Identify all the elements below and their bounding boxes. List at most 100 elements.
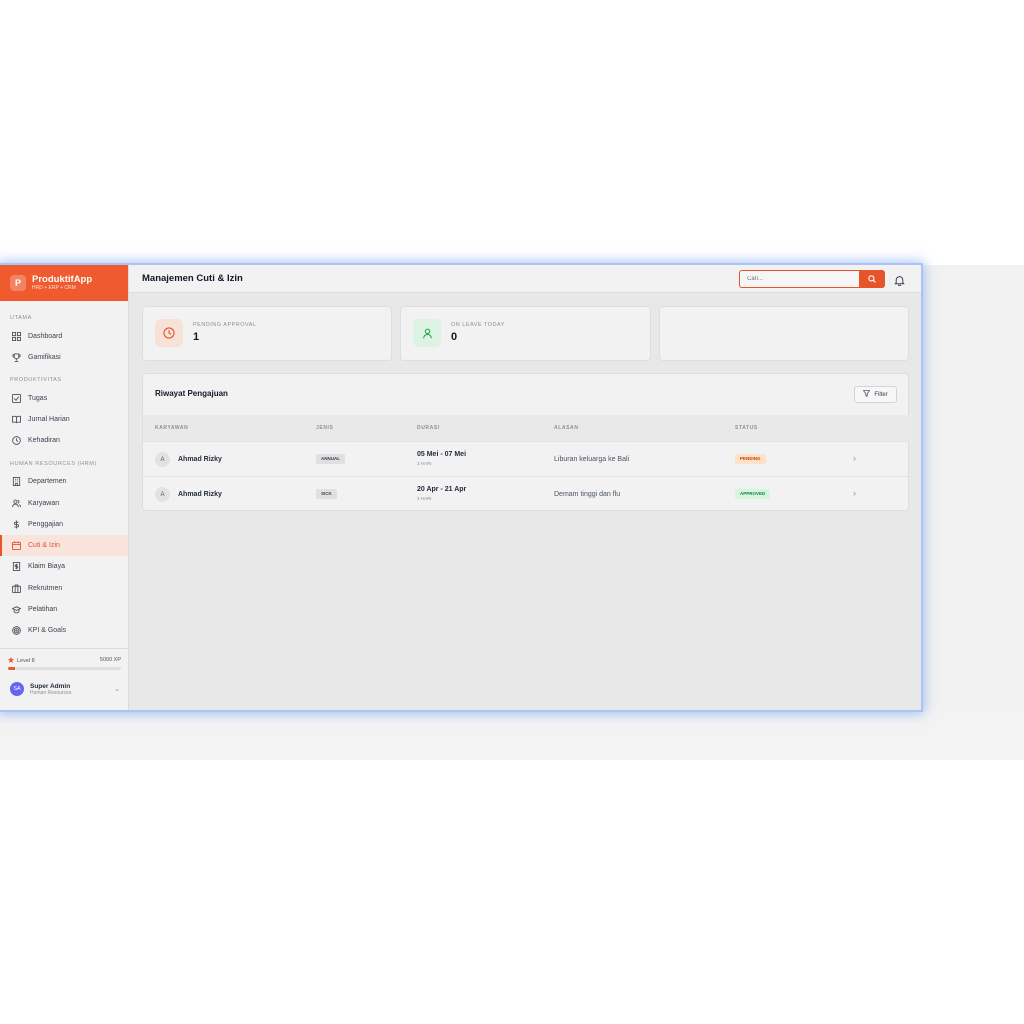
sidebar-item-klaim-biaya[interactable]: Klaim Biaya <box>0 556 128 577</box>
xp-progress-bar <box>8 667 121 670</box>
sidebar-item-label: Departemen <box>28 478 67 485</box>
column-header: DURASI <box>417 425 440 431</box>
stat-label: PENDING APPROVAL <box>193 322 257 328</box>
sidebar-item-rekrutmen[interactable]: Rekrutmen <box>0 578 128 599</box>
sidebar-item-label: Penggajian <box>28 521 64 528</box>
duration-days: 2 HARI <box>417 496 432 501</box>
grid-icon <box>12 332 21 341</box>
filter-label: Filter <box>874 391 888 398</box>
sidebar-item-karyawan[interactable]: Karyawan <box>0 493 128 514</box>
chevron-right-icon[interactable]: › <box>853 488 856 498</box>
column-header: JENIS <box>316 425 334 431</box>
leave-type-badge: ANNUAL <box>316 454 345 464</box>
status-badge: PENDING <box>735 454 766 464</box>
dollar-icon <box>12 520 21 529</box>
filter-icon <box>862 390 871 399</box>
topbar: Manajemen Cuti & Izin <box>129 265 921 293</box>
sidebar-item-label: Gamifikasi <box>28 354 61 361</box>
brand-subtitle: HRD + ERP + CRM <box>32 285 76 291</box>
sidebar-item-tugas[interactable]: Tugas <box>0 388 128 409</box>
stat-card-on-leave: ON LEAVE TODAY 0 <box>400 306 651 361</box>
sidebar-item-departemen[interactable]: Departemen <box>0 471 128 492</box>
search-icon <box>868 270 876 288</box>
sidebar-item-gamifikasi[interactable]: Gamifikasi <box>0 347 128 368</box>
table-row[interactable]: A Ahmad Rizky SICK 20 Apr - 21 Apr 2 HAR… <box>143 476 909 511</box>
sidebar-item-label: Karyawan <box>28 500 60 507</box>
section-label-hrm: HUMAN RESOURCES (HRM) <box>10 461 97 467</box>
graduation-cap-icon <box>12 605 21 614</box>
stat-card-empty <box>659 306 909 361</box>
stat-card-pending: PENDING APPROVAL 1 <box>142 306 392 361</box>
building-icon <box>12 477 21 486</box>
level-label: Level 8 <box>17 658 35 664</box>
filter-button[interactable]: Filter <box>854 386 897 403</box>
sidebar-item-pelatihan[interactable]: Pelatihan <box>0 599 128 620</box>
brand-header[interactable]: P ProduktifApp HRD + ERP + CRM <box>0 265 128 301</box>
stat-label: ON LEAVE TODAY <box>451 322 505 328</box>
sidebar-item-cuti-izin[interactable]: Cuti & Izin <box>0 535 128 556</box>
employee-avatar: A <box>155 452 170 467</box>
employee-avatar: A <box>155 487 170 502</box>
page-title: Manajemen Cuti & Izin <box>142 273 243 284</box>
table-row[interactable]: A Ahmad Rizky ANNUAL 05 Mei - 07 Mei 3 H… <box>143 441 909 476</box>
sidebar-footer: Level 8 5000 XP SA Super Admin Human Res… <box>0 648 128 710</box>
duration-days: 3 HARI <box>417 461 432 466</box>
panel-title: Riwayat Pengajuan <box>155 389 228 398</box>
chevron-right-icon[interactable]: › <box>853 453 856 463</box>
status-badge: APPROVED <box>735 489 771 499</box>
sidebar-item-label: Tugas <box>28 395 48 402</box>
sidebar-item-label: Cuti & Izin <box>28 542 60 549</box>
leave-reason: Liburan keluarga ke Bali <box>554 456 630 463</box>
sidebar-item-label: Klaim Biaya <box>28 563 65 570</box>
sidebar-item-label: Jurnal Harian <box>28 416 70 423</box>
stat-value: 1 <box>193 331 200 343</box>
sidebar-item-dashboard[interactable]: Dashboard <box>0 326 128 347</box>
medal-icon <box>8 657 14 665</box>
section-label-utama: UTAMA <box>10 315 32 321</box>
xp-progress-fill <box>8 667 15 670</box>
search-bar <box>739 270 885 288</box>
sidebar-item-penggajian[interactable]: Penggajian <box>0 514 128 535</box>
column-header: STATUS <box>735 425 758 431</box>
clock-icon <box>155 319 183 347</box>
user-profile[interactable]: SA Super Admin Human Resources ⌄ <box>10 682 120 696</box>
receipt-icon <box>12 562 21 571</box>
sidebar-item-label: Rekrutmen <box>28 585 63 592</box>
leave-reason: Demam tinggi dan flu <box>554 491 621 498</box>
xp-label: 5000 XP <box>99 657 121 663</box>
background-bottom <box>0 710 1024 760</box>
duration-range: 05 Mei - 07 Mei <box>417 451 467 458</box>
sidebar-item-label: Dashboard <box>28 333 63 340</box>
sidebar-item-label: KPI & Goals <box>28 627 67 634</box>
level-row: Level 8 5000 XP <box>8 657 121 665</box>
sidebar-item-label: Kehadiran <box>28 437 60 444</box>
section-label-produktivitas: PRODUKTIVITAS <box>10 377 62 383</box>
history-panel: Riwayat Pengajuan Filter KARYAWAN JENIS … <box>142 373 909 511</box>
users-icon <box>12 499 21 508</box>
sidebar-item-kehadiran[interactable]: Kehadiran <box>0 430 128 451</box>
briefcase-icon <box>12 584 21 593</box>
avatar: SA <box>10 682 24 696</box>
employee-name: Ahmad Rizky <box>178 491 222 498</box>
calendar-icon <box>12 541 21 550</box>
background-right <box>921 265 1024 710</box>
search-button[interactable] <box>859 270 885 288</box>
main-content: Manajemen Cuti & Izin PENDING APPROVAL 1… <box>129 265 921 710</box>
checkbox-icon <box>12 394 21 403</box>
chevron-down-icon: ⌄ <box>114 686 120 693</box>
leave-type-badge: SICK <box>316 489 337 499</box>
column-header: ALASAN <box>554 425 579 431</box>
app-window: P ProduktifApp HRD + ERP + CRM UTAMA Das… <box>0 265 921 710</box>
sidebar-item-jurnal-harian[interactable]: Jurnal Harian <box>0 409 128 430</box>
sidebar-item-label: Pelatihan <box>28 606 58 613</box>
notification-bell-icon[interactable] <box>894 273 905 287</box>
search-input[interactable] <box>739 270 859 288</box>
sidebar: P ProduktifApp HRD + ERP + CRM UTAMA Das… <box>0 265 129 710</box>
user-name: Super Admin <box>30 682 71 690</box>
user-icon <box>413 319 441 347</box>
table-header: KARYAWAN JENIS DURASI ALASAN STATUS <box>143 415 909 441</box>
user-role: Human Resources <box>30 689 72 696</box>
column-header: KARYAWAN <box>155 425 189 431</box>
sidebar-item-kpi-goals[interactable]: KPI & Goals <box>0 620 128 641</box>
book-icon <box>12 415 21 424</box>
